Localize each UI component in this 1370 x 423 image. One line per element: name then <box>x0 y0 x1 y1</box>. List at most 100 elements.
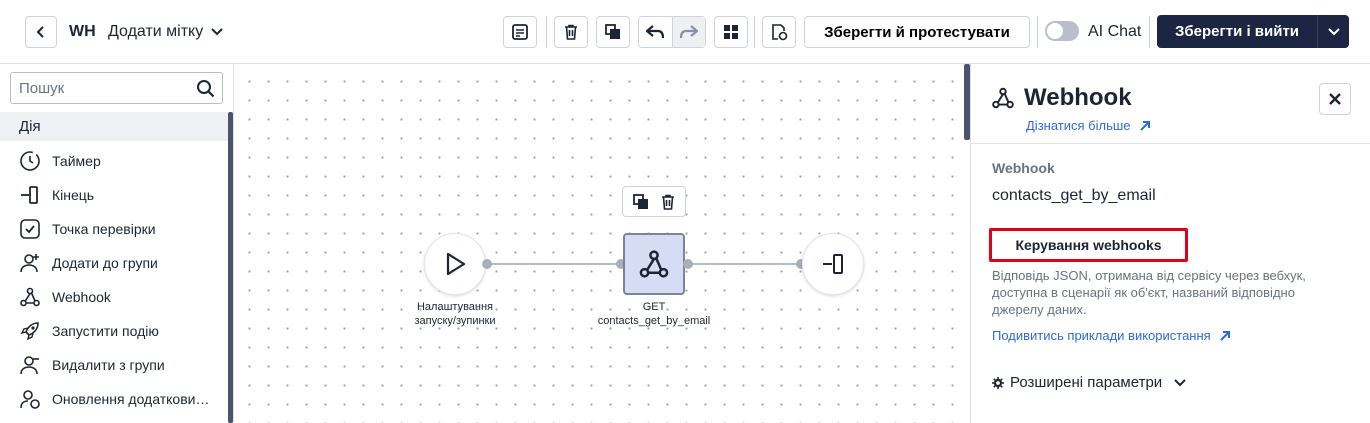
sidebar-item-label: Видалити з групи <box>52 357 165 373</box>
toolbar-divider <box>754 16 755 48</box>
webhook-description: Відповідь JSON, отримана від сервісу чер… <box>992 268 1306 317</box>
category-header: Дія <box>0 112 228 141</box>
actions-sidebar: Дія Таймер Кінець Точка перевірки Додати… <box>0 64 234 423</box>
copy-button[interactable] <box>596 16 630 48</box>
search-icon[interactable] <box>196 79 215 98</box>
webhook-icon <box>992 87 1014 109</box>
webhook-node-name: contacts_get_by_email <box>597 315 711 327</box>
node-settings-panel: Webhook Дізнатися більше Webhook contact… <box>970 64 1370 423</box>
save-options-dropdown[interactable] <box>1317 15 1349 48</box>
sidebar-item-remove-from-group[interactable]: Видалити з групи <box>18 348 209 382</box>
search-input[interactable] <box>19 74 194 102</box>
close-panel-button[interactable] <box>1319 83 1351 115</box>
panel-title-text: Webhook <box>1024 84 1132 111</box>
node-toolbar <box>622 186 686 217</box>
ai-chat-label: AI Chat <box>1088 23 1142 40</box>
ai-chat-toggle[interactable] <box>1045 21 1079 41</box>
document-refresh-icon <box>772 24 788 41</box>
flow-link <box>488 263 620 265</box>
undo-button[interactable] <box>639 17 672 47</box>
sidebar-scrollbar[interactable] <box>228 112 233 423</box>
webhook-icon <box>18 285 42 309</box>
learn-more-text: Дізнатися більше <box>1026 118 1131 133</box>
panel-divider <box>971 143 1370 144</box>
grid-view-button[interactable] <box>714 16 748 48</box>
manage-webhooks-button[interactable]: Керування webhooks <box>989 228 1188 262</box>
sidebar-item-label: Запустити подію <box>52 323 159 339</box>
output-port[interactable] <box>683 259 693 269</box>
trash-icon[interactable] <box>659 193 677 211</box>
end-node[interactable] <box>802 233 864 295</box>
external-link-icon <box>1219 330 1230 341</box>
save-and-test-button[interactable]: Зберегти й протестувати <box>804 16 1030 48</box>
checkpoint-icon <box>18 217 42 241</box>
sidebar-item-label: Кінець <box>52 187 95 203</box>
notes-button[interactable] <box>503 16 537 48</box>
top-bar: WH Додати мітку Зберегти й протестувати … <box>0 0 1370 64</box>
chevron-down-icon <box>1174 378 1186 386</box>
action-list: Таймер Кінець Точка перевірки Додати до … <box>18 144 209 416</box>
sidebar-item-label: Webhook <box>52 289 111 305</box>
delete-button[interactable] <box>554 16 588 48</box>
webhook-field-label: Webhook <box>992 160 1055 176</box>
undo-redo-group <box>638 16 706 48</box>
undo-icon <box>646 25 665 39</box>
history-button[interactable] <box>762 16 796 48</box>
search-box <box>10 72 223 104</box>
sidebar-item-label: Точка перевірки <box>52 221 156 237</box>
play-icon <box>446 252 466 276</box>
chevron-left-icon <box>36 26 44 38</box>
close-icon <box>1329 93 1341 105</box>
end-icon <box>18 183 42 207</box>
end-icon <box>823 254 843 274</box>
sidebar-item-label: Оновлення додаткови… <box>52 391 210 407</box>
sidebar-item-checkpoint[interactable]: Точка перевірки <box>18 212 209 246</box>
redo-icon <box>679 25 698 39</box>
advanced-settings-label: Розширені параметри <box>1010 374 1163 391</box>
output-port[interactable] <box>482 259 492 269</box>
grid-icon <box>724 25 738 39</box>
sidebar-item-trigger-event[interactable]: Запустити подію <box>18 314 209 348</box>
sidebar-item-end[interactable]: Кінець <box>18 178 209 212</box>
copy-icon[interactable] <box>632 193 650 211</box>
webhook-field-value[interactable]: contacts_get_by_email <box>992 187 1156 205</box>
sidebar-item-timer[interactable]: Таймер <box>18 144 209 178</box>
add-group-icon <box>18 251 42 275</box>
sidebar-item-update-attributes[interactable]: Оновлення додаткови… <box>18 382 209 416</box>
flow-link <box>688 263 802 265</box>
chevron-down-icon <box>211 28 223 36</box>
advanced-settings-toggle[interactable]: Розширені параметри <box>992 374 1186 391</box>
scenario-abbr: WH <box>69 23 96 40</box>
toolbar-divider <box>1037 16 1038 48</box>
rocket-icon <box>18 319 42 343</box>
scenario-title-dropdown[interactable]: Додати мітку <box>108 23 223 41</box>
sidebar-item-label: Додати до групи <box>52 255 158 271</box>
webhook-node[interactable] <box>623 233 685 295</box>
usage-examples-link[interactable]: Подивитись приклади використання <box>992 328 1231 343</box>
webhook-node-label: GET contacts_get_by_email <box>574 300 734 328</box>
webhook-icon <box>639 250 669 278</box>
copy-icon <box>605 24 620 39</box>
back-button[interactable] <box>25 16 57 48</box>
gear-icon <box>992 376 1004 389</box>
save-and-exit-button[interactable]: Зберегти і вийти <box>1157 15 1349 48</box>
sidebar-item-add-to-group[interactable]: Додати до групи <box>18 246 209 280</box>
panel-title: Webhook <box>991 84 1132 112</box>
learn-more-link[interactable]: Дізнатися більше <box>1026 118 1151 133</box>
redo-button[interactable] <box>671 17 705 47</box>
webhook-method: GET <box>642 301 666 313</box>
start-stop-node[interactable] <box>424 233 486 295</box>
usage-examples-text: Подивитись приклади використання <box>992 328 1211 343</box>
chevron-down-icon <box>1327 27 1340 35</box>
sidebar-item-label: Таймер <box>52 153 101 169</box>
toolbar-divider <box>546 16 547 48</box>
scenario-title: Додати мітку <box>108 23 204 40</box>
flow-canvas[interactable] <box>234 64 970 423</box>
note-icon <box>512 24 528 40</box>
start-node-label: Налаштування запуску/зупинки <box>414 301 496 327</box>
sidebar-item-webhook[interactable]: Webhook <box>18 280 209 314</box>
save-and-exit-label: Зберегти і вийти <box>1174 23 1300 40</box>
toolbar-divider <box>1149 16 1150 48</box>
update-attributes-icon <box>18 387 42 411</box>
remove-group-icon <box>18 353 42 377</box>
